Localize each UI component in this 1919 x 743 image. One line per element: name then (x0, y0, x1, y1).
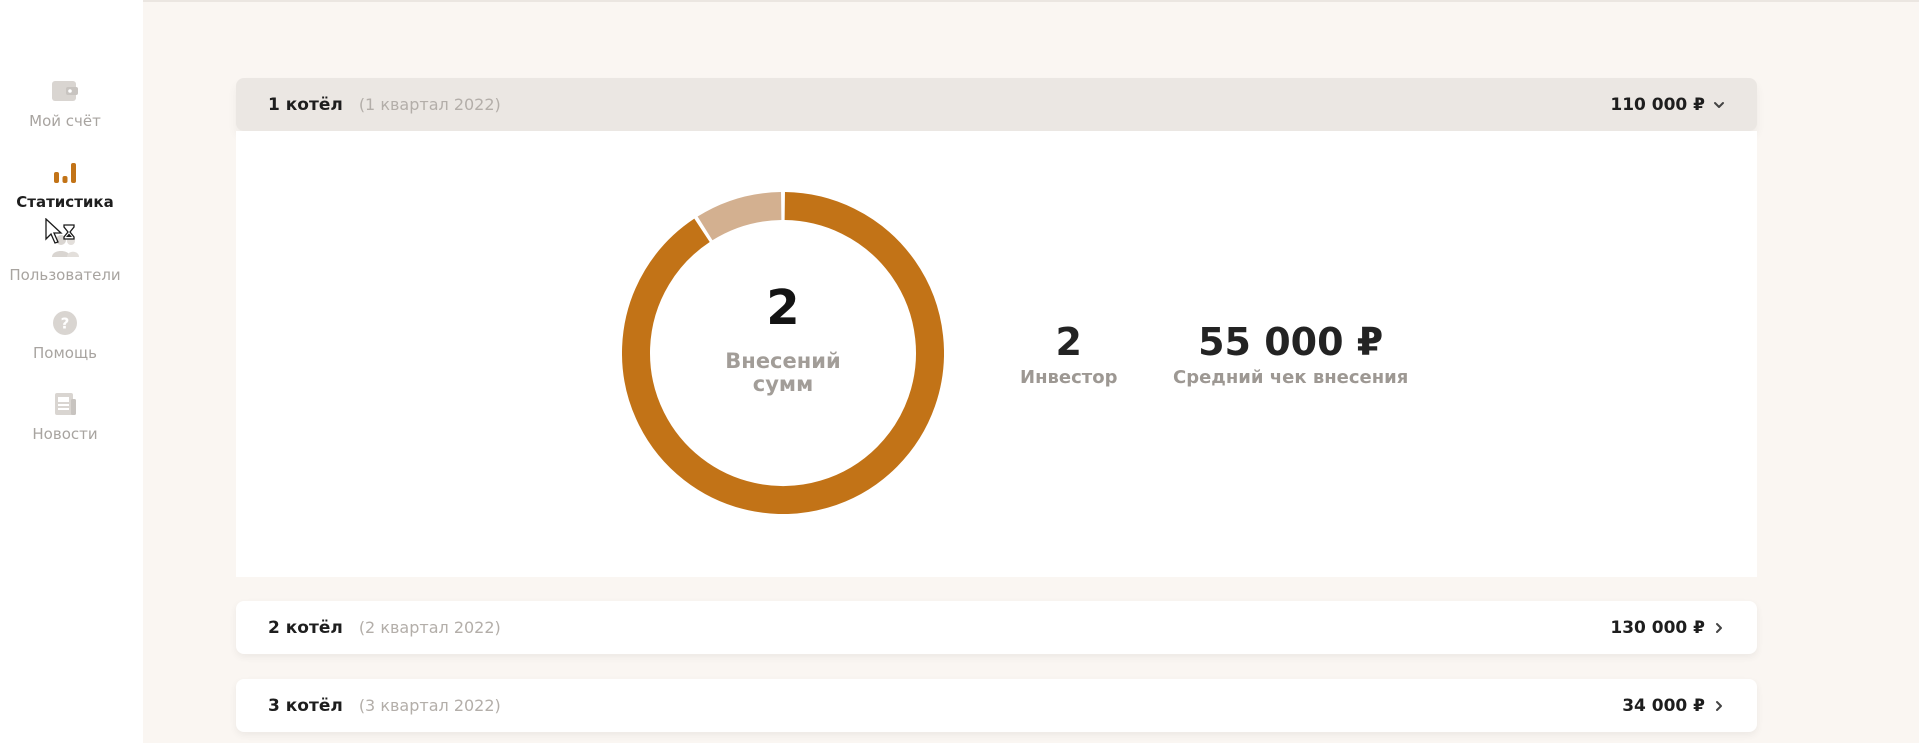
pool-title: 1 котёл (268, 94, 343, 115)
average-check-label: Средний чек внесения (1173, 367, 1409, 388)
chevron-right-icon[interactable] (1713, 622, 1725, 634)
question-icon: ? (50, 308, 80, 338)
sidebar-item-help[interactable]: ? Помощь (0, 308, 130, 362)
sidebar-item-label: Пользователи (9, 266, 121, 284)
sidebar-item-label: Помощь (33, 344, 97, 362)
investors-value: 2 (1055, 320, 1082, 364)
donut-center: 2 Внесений сумм (622, 192, 944, 514)
sidebar-item-label: Мой счёт (29, 112, 101, 130)
average-check-stat: 55 000 ₽ Средний чек внесения (1173, 323, 1408, 388)
chevron-down-icon[interactable] (1713, 99, 1725, 111)
pool-period: (2 квартал 2022) (358, 618, 501, 637)
pool-amount: 34 000 ₽ (1622, 695, 1705, 716)
sidebar-item-label: Новости (32, 425, 98, 443)
sidebar-item-label: Статистика (16, 193, 114, 211)
sidebar-item-statistics[interactable]: Статистика (0, 157, 130, 211)
svg-text:?: ? (61, 315, 70, 333)
chevron-right-icon[interactable] (1713, 700, 1725, 712)
pool-title: 3 котёл (268, 695, 343, 716)
donut-value: 2 (766, 279, 800, 336)
top-divider (0, 0, 1919, 2)
app: Мой счёт Статистика Пользователи ? Помощ… (0, 0, 1919, 743)
sidebar-item-my-account[interactable]: Мой счёт (0, 76, 130, 130)
pool-period: (1 квартал 2022) (358, 95, 501, 114)
donut-label: Внесений сумм (725, 348, 841, 396)
bar-chart-icon (50, 157, 80, 187)
mouse-cursor-icon (44, 217, 78, 248)
pool-amount: 110 000 ₽ (1610, 94, 1705, 115)
pool-period: (3 квартал 2022) (358, 696, 501, 715)
investors-stat: 2 Инвестор (1020, 323, 1117, 388)
newspaper-icon (50, 389, 80, 419)
wallet-icon (50, 76, 80, 106)
pool-1-header[interactable]: 1 котёл (1 квартал 2022) 110 000 ₽ (236, 78, 1757, 131)
pool-title: 2 котёл (268, 617, 343, 638)
donut-chart: 2 Внесений сумм (622, 192, 944, 514)
sidebar-item-news[interactable]: Новости (0, 389, 130, 443)
pool-amount: 130 000 ₽ (1610, 617, 1705, 638)
pool-1-details: 2 Внесений сумм 2 Инвестор 55 000 ₽ Сред… (236, 131, 1757, 577)
pool-2-header[interactable]: 2 котёл (2 квартал 2022) 130 000 ₽ (236, 601, 1757, 654)
pool-3-header[interactable]: 3 котёл (3 квартал 2022) 34 000 ₽ (236, 679, 1757, 732)
average-check-value: 55 000 ₽ (1198, 320, 1384, 364)
sidebar: Мой счёт Статистика Пользователи ? Помощ… (0, 0, 143, 743)
investors-label: Инвестор (1020, 367, 1118, 388)
